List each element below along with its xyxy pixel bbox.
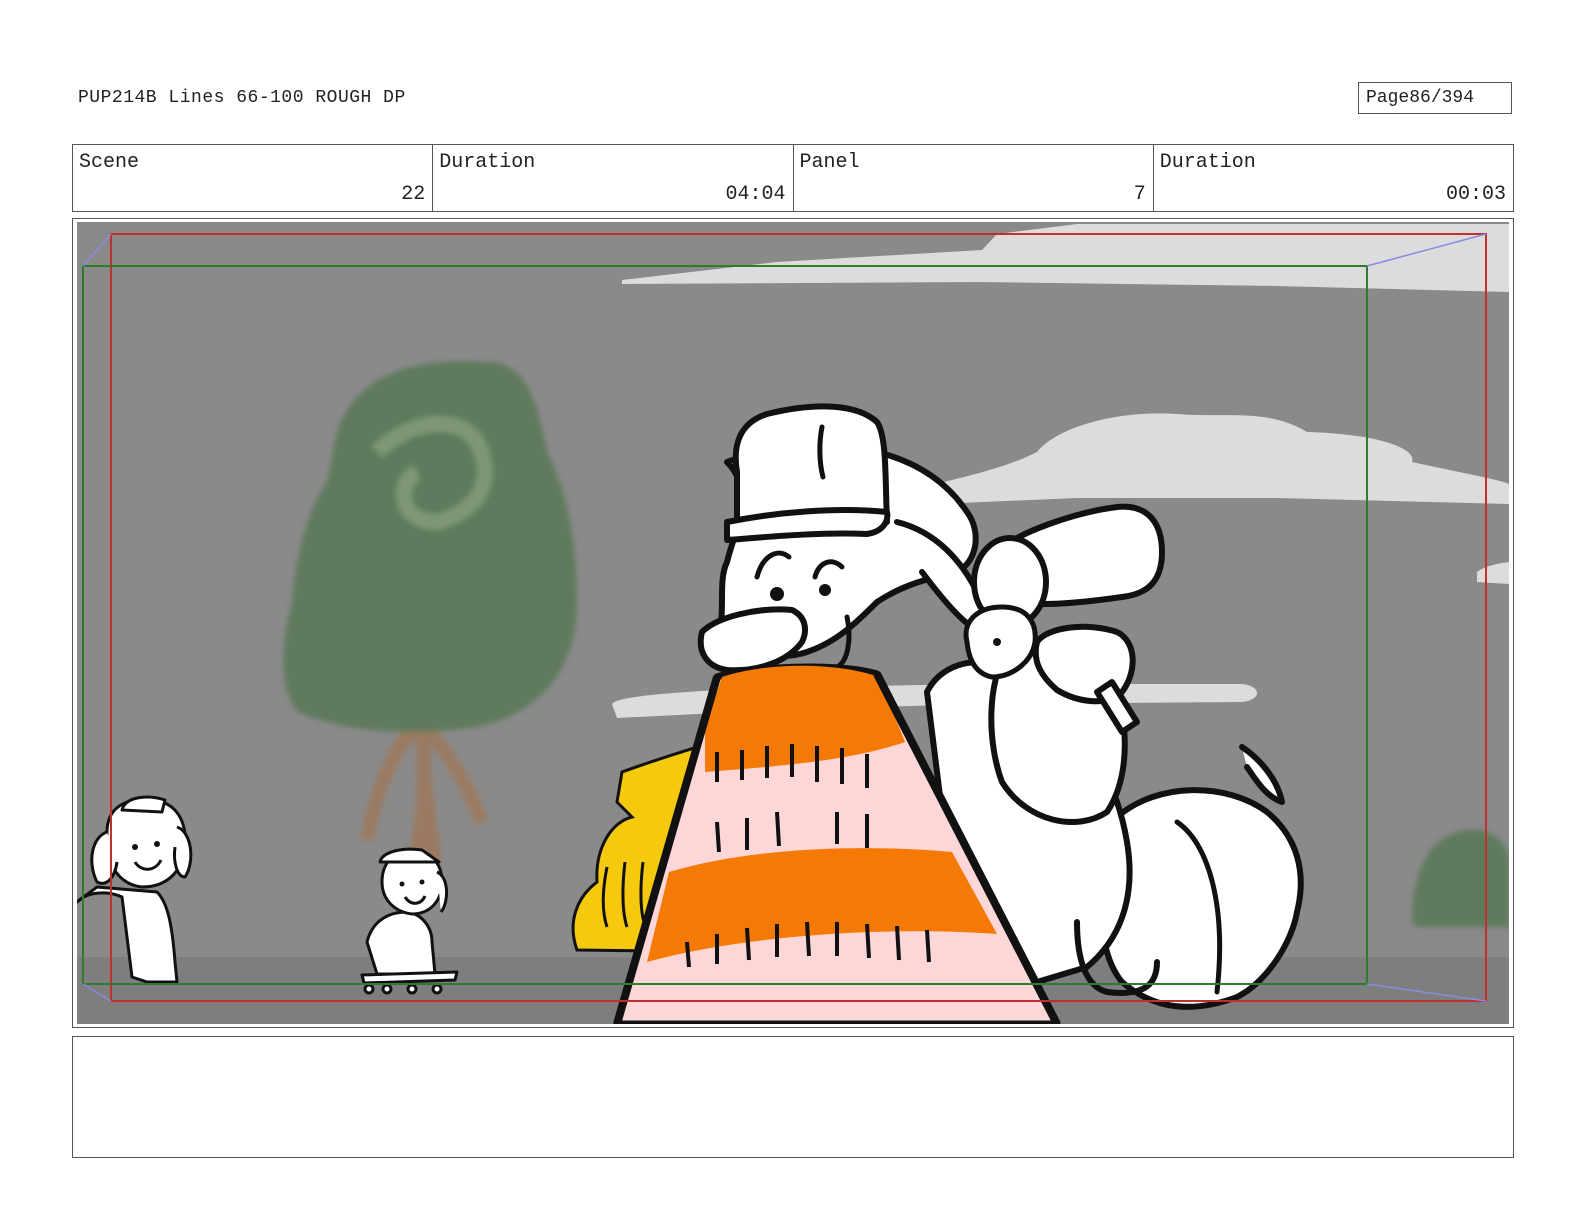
scene-value: 22 — [401, 183, 426, 206]
scene-label: Scene — [79, 151, 140, 174]
panel-duration-cell: Duration 00:03 — [1154, 145, 1513, 211]
panel-info-table: Scene 22 Duration 04:04 Panel 7 Duration… — [72, 144, 1514, 212]
scene-duration-cell: Duration 04:04 — [433, 145, 794, 211]
panel-notes-box — [72, 1036, 1514, 1158]
page-number: 86/394 — [1409, 88, 1475, 108]
panel-cell: Panel 7 — [794, 145, 1154, 211]
page-label: Page — [1366, 88, 1410, 108]
storyboard-panel-image — [77, 222, 1509, 1024]
scene-duration-value: 04:04 — [725, 183, 786, 206]
panel-label: Panel — [799, 151, 860, 174]
panel-duration-label: Duration — [1159, 151, 1256, 174]
scene-cell: Scene 22 — [73, 145, 434, 211]
panel-value: 7 — [1133, 183, 1146, 206]
page-indicator: Page 86/394 — [1358, 82, 1512, 114]
scene-duration-label: Duration — [439, 151, 536, 174]
document-title: PUP214B Lines 66-100 ROUGH DP — [78, 88, 406, 108]
panel-duration-value: 00:03 — [1445, 183, 1506, 206]
